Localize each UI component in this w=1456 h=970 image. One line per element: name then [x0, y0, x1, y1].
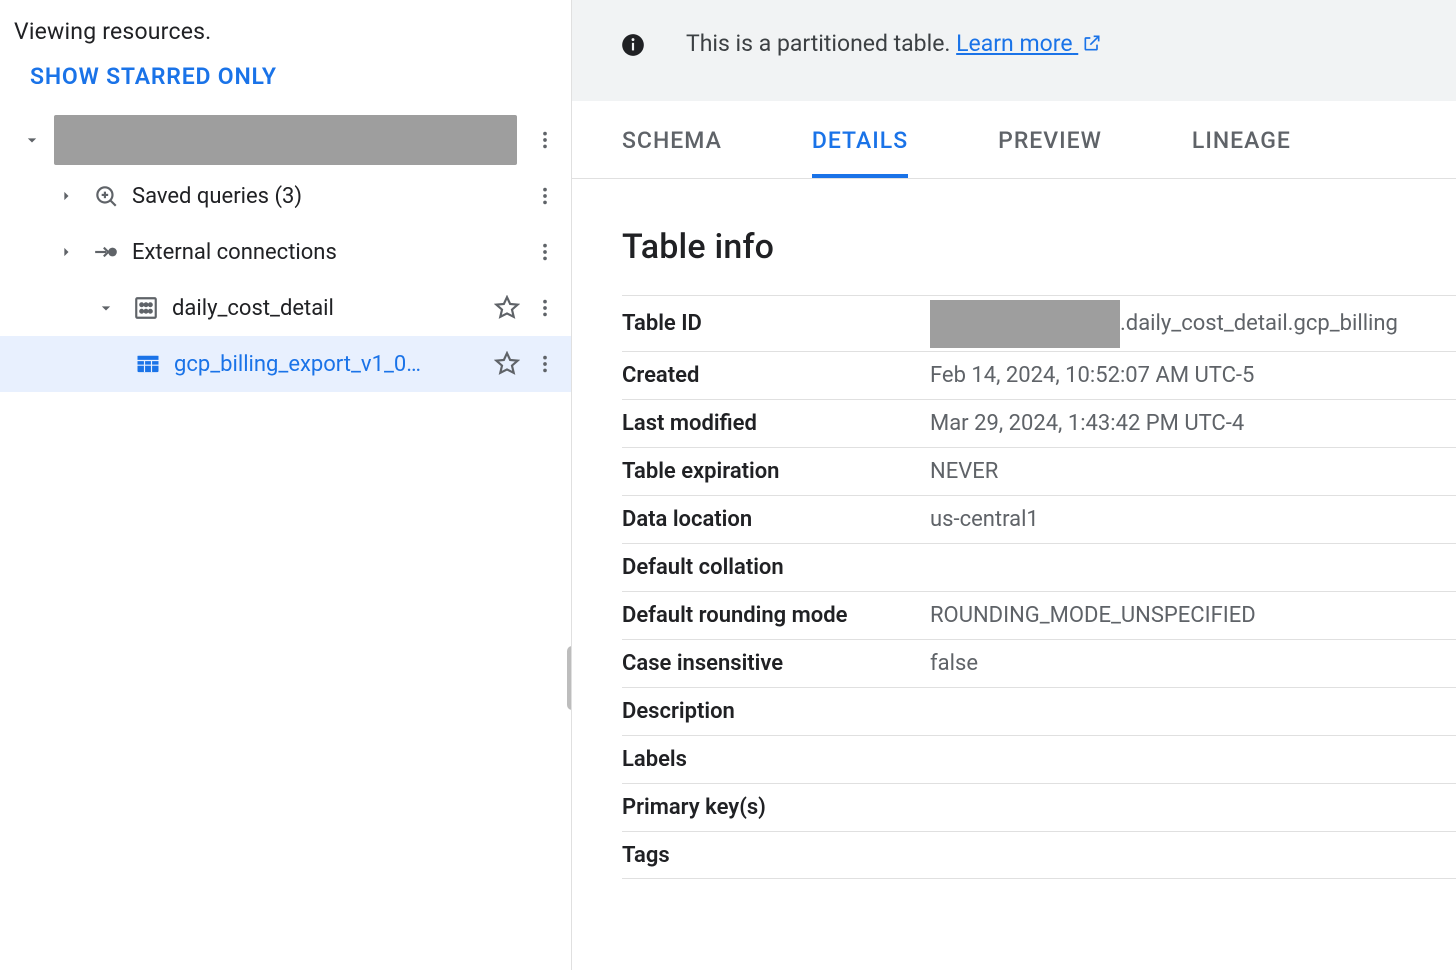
project-name-redacted [54, 115, 517, 165]
tab-schema[interactable]: SCHEMA [622, 127, 722, 178]
external-link-icon [1082, 32, 1102, 59]
table-icon [130, 346, 166, 382]
info-val: false [930, 651, 1456, 676]
partitioned-table-banner: This is a partitioned table. Learn more [572, 0, 1456, 101]
info-row-description: Description [622, 687, 1456, 735]
explorer-sidebar: Viewing resources. SHOW STARRED ONLY [0, 0, 572, 970]
resource-tree: Saved queries (3) External connections [0, 106, 571, 392]
table-label: gcp_billing_export_v1_0… [174, 352, 487, 377]
dataset-label: daily_cost_detail [172, 296, 487, 321]
info-row-labels: Labels [622, 735, 1456, 783]
info-val: Feb 14, 2024, 10:52:07 AM UTC-5 [930, 363, 1456, 388]
banner-text-content: This is a partitioned table. [686, 30, 956, 57]
collapse-icon[interactable] [84, 286, 128, 330]
info-icon [620, 32, 646, 58]
expand-icon[interactable] [44, 174, 88, 218]
expand-icon[interactable] [44, 230, 88, 274]
info-key: Last modified [622, 411, 930, 436]
tree-row-dataset[interactable]: daily_cost_detail [0, 280, 571, 336]
info-key: Table expiration [622, 459, 930, 484]
info-row-table-expiration: Table expiration NEVER [622, 447, 1456, 495]
status-text: Viewing resources. [0, 0, 571, 53]
tree-row-external-connections[interactable]: External connections [0, 224, 571, 280]
table-info: Table ID .daily_cost_detail.gcp_billing … [622, 295, 1456, 879]
info-row-last-modified: Last modified Mar 29, 2024, 1:43:42 PM U… [622, 399, 1456, 447]
info-row-data-location: Data location us-central1 [622, 495, 1456, 543]
main-panel: This is a partitioned table. Learn more … [572, 0, 1456, 970]
info-val: ROUNDING_MODE_UNSPECIFIED [930, 603, 1456, 628]
external-connections-icon [88, 234, 124, 270]
learn-more-label: Learn more [956, 30, 1072, 57]
info-key: Case insensitive [622, 651, 930, 676]
more-actions-button[interactable] [527, 178, 563, 214]
info-key: Labels [622, 747, 930, 772]
tree-row-saved-queries[interactable]: Saved queries (3) [0, 168, 571, 224]
info-key: Description [622, 699, 930, 724]
tab-bar: SCHEMA DETAILS PREVIEW LINEAGE [572, 101, 1456, 179]
saved-queries-label: Saved queries (3) [132, 184, 527, 209]
info-row-case-insensitive: Case insensitive false [622, 639, 1456, 687]
info-row-primary-keys: Primary key(s) [622, 783, 1456, 831]
table-id-redacted [930, 300, 1120, 348]
tab-preview[interactable]: PREVIEW [998, 127, 1102, 178]
collapse-icon[interactable] [10, 118, 54, 162]
tab-lineage[interactable]: LINEAGE [1192, 127, 1291, 178]
info-row-tags: Tags [622, 831, 1456, 879]
external-connections-label: External connections [132, 240, 527, 265]
info-key: Data location [622, 507, 930, 532]
more-actions-button[interactable] [527, 346, 563, 382]
info-row-created: Created Feb 14, 2024, 10:52:07 AM UTC-5 [622, 351, 1456, 399]
info-key: Tags [622, 843, 930, 868]
info-key: Default rounding mode [622, 603, 930, 628]
section-heading-table-info: Table info [572, 179, 1456, 295]
info-key: Table ID [622, 311, 930, 336]
more-actions-button[interactable] [527, 234, 563, 270]
info-row-default-collation: Default collation [622, 543, 1456, 591]
info-val: Mar 29, 2024, 1:43:42 PM UTC-4 [930, 411, 1456, 436]
info-key: Created [622, 363, 930, 388]
table-id-suffix: .daily_cost_detail.gcp_billing [1120, 311, 1398, 336]
info-val: us-central1 [930, 507, 1456, 532]
show-starred-only-button[interactable]: SHOW STARRED ONLY [0, 53, 571, 106]
saved-queries-icon [88, 178, 124, 214]
star-button[interactable] [487, 344, 527, 384]
tab-details[interactable]: DETAILS [812, 127, 908, 178]
info-row-table-id: Table ID .daily_cost_detail.gcp_billing [622, 295, 1456, 351]
more-actions-button[interactable] [527, 290, 563, 326]
scrollbar-thumb[interactable] [567, 646, 572, 710]
tree-row-project[interactable] [0, 112, 571, 168]
info-val: .daily_cost_detail.gcp_billing [930, 300, 1456, 348]
info-row-default-rounding-mode: Default rounding mode ROUNDING_MODE_UNSP… [622, 591, 1456, 639]
star-button[interactable] [487, 288, 527, 328]
dataset-icon [128, 290, 164, 326]
banner-text: This is a partitioned table. Learn more [686, 30, 1102, 59]
info-val: NEVER [930, 459, 1456, 484]
info-key: Default collation [622, 555, 930, 580]
learn-more-link[interactable]: Learn more [956, 30, 1102, 57]
info-key: Primary key(s) [622, 795, 930, 820]
tree-row-table[interactable]: gcp_billing_export_v1_0… [0, 336, 571, 392]
more-actions-button[interactable] [527, 122, 563, 158]
